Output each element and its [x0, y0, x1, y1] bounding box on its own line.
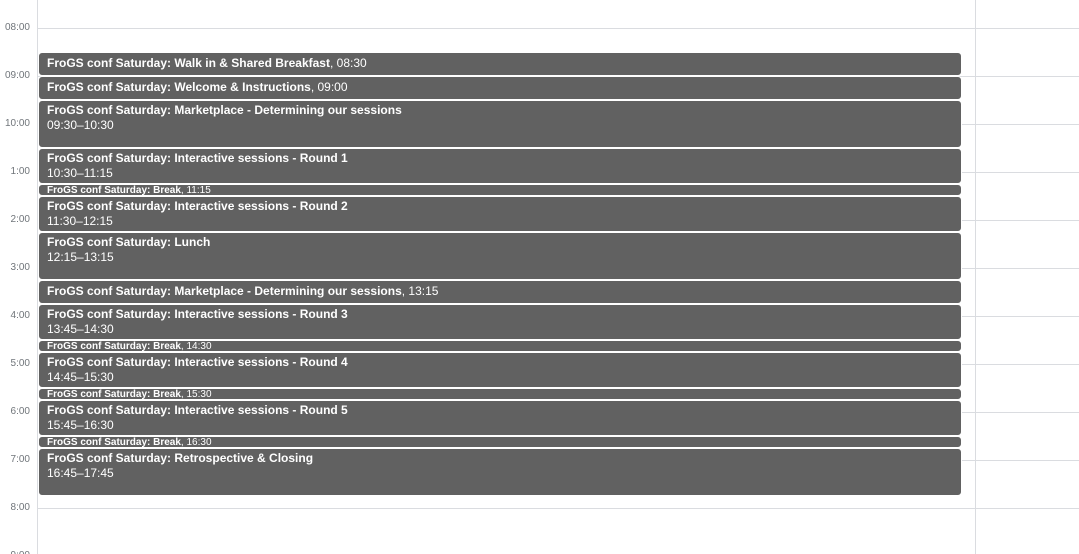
- calendar-event[interactable]: FroGS conf Saturday: Interactive session…: [38, 148, 962, 184]
- event-time: 13:45–14:30: [47, 322, 114, 336]
- event-title: FroGS conf Saturday: Interactive session…: [47, 151, 348, 165]
- hour-label: 3:00: [10, 262, 30, 273]
- calendar-event[interactable]: FroGS conf Saturday: Retrospective & Clo…: [38, 448, 962, 496]
- hour-label: 08:00: [4, 22, 30, 33]
- event-time: 14:45–15:30: [47, 370, 114, 384]
- hour-gridline: [37, 28, 1079, 29]
- calendar-event[interactable]: FroGS conf Saturday: Interactive session…: [38, 400, 962, 436]
- event-time: 16:30: [186, 437, 212, 448]
- event-time: 08:30: [336, 56, 367, 70]
- hour-label: 09:00: [4, 70, 30, 81]
- event-title: FroGS conf Saturday: Interactive session…: [47, 307, 348, 321]
- day-column-divider: [975, 0, 976, 554]
- hour-label: 2:00: [10, 214, 30, 225]
- event-time: 09:30–10:30: [47, 118, 114, 132]
- event-time: 16:45–17:45: [47, 466, 114, 480]
- calendar-event[interactable]: FroGS conf Saturday: Interactive session…: [38, 304, 962, 340]
- event-time: 09:00: [317, 80, 348, 94]
- event-time: 12:15–13:15: [47, 250, 114, 264]
- calendar-event[interactable]: FroGS conf Saturday: Marketplace - Deter…: [38, 280, 962, 304]
- calendar-event[interactable]: FroGS conf Saturday: Break, 14:30: [38, 340, 962, 352]
- hour-label: 5:00: [10, 358, 30, 369]
- event-title: FroGS conf Saturday: Interactive session…: [47, 403, 348, 417]
- hour-label: 4:00: [10, 310, 30, 321]
- hour-label: 10:00: [4, 118, 30, 129]
- calendar-event[interactable]: FroGS conf Saturday: Walk in & Shared Br…: [38, 52, 962, 76]
- hour-label: 9:00: [0, 550, 30, 554]
- event-time: 11:30–12:15: [47, 214, 113, 228]
- calendar-event[interactable]: FroGS conf Saturday: Interactive session…: [38, 196, 962, 232]
- calendar-event[interactable]: FroGS conf Saturday: Break, 15:30: [38, 388, 962, 400]
- hour-label: 1:00: [10, 166, 30, 177]
- calendar-event[interactable]: FroGS conf Saturday: Interactive session…: [38, 352, 962, 388]
- event-time: 15:30: [186, 389, 212, 400]
- hour-label: 6:00: [10, 406, 30, 417]
- event-time: 14:30: [186, 341, 212, 352]
- event-title: FroGS conf Saturday: Interactive session…: [47, 355, 348, 369]
- event-time: 10:30–11:15: [47, 166, 113, 180]
- event-time: 15:45–16:30: [47, 418, 114, 432]
- event-title: FroGS conf Saturday: Break: [47, 389, 181, 400]
- event-title: FroGS conf Saturday: Marketplace - Deter…: [47, 284, 402, 298]
- event-title: FroGS conf Saturday: Walk in & Shared Br…: [47, 56, 330, 70]
- hour-gridline: [37, 508, 1079, 509]
- calendar-event[interactable]: FroGS conf Saturday: Marketplace - Deter…: [38, 100, 962, 148]
- calendar-event[interactable]: FroGS conf Saturday: Lunch 12:15–13:15: [38, 232, 962, 280]
- event-title: FroGS conf Saturday: Break: [47, 437, 181, 448]
- event-title: FroGS conf Saturday: Retrospective & Clo…: [47, 451, 314, 465]
- event-title: FroGS conf Saturday: Interactive session…: [47, 199, 348, 213]
- hour-label: 8:00: [10, 502, 30, 513]
- hour-label: 7:00: [10, 454, 30, 465]
- event-title: FroGS conf Saturday: Welcome & Instructi…: [47, 80, 311, 94]
- event-time: 13:15: [408, 284, 439, 298]
- calendar-event[interactable]: FroGS conf Saturday: Break, 16:30: [38, 436, 962, 448]
- event-time: 11:15: [186, 185, 211, 196]
- event-title: FroGS conf Saturday: Break: [47, 341, 181, 352]
- event-title: FroGS conf Saturday: Marketplace - Deter…: [47, 103, 402, 117]
- event-title: FroGS conf Saturday: Lunch: [47, 235, 211, 249]
- calendar-event[interactable]: FroGS conf Saturday: Welcome & Instructi…: [38, 76, 962, 100]
- calendar-event[interactable]: FroGS conf Saturday: Break, 11:15: [38, 184, 962, 196]
- calendar-day-view: 08:00 09:00 10:00 1:00 2:00 3:00 4:00 5:00 6:00 7…: [0, 0, 1079, 554]
- event-title: FroGS conf Saturday: Break: [47, 185, 181, 196]
